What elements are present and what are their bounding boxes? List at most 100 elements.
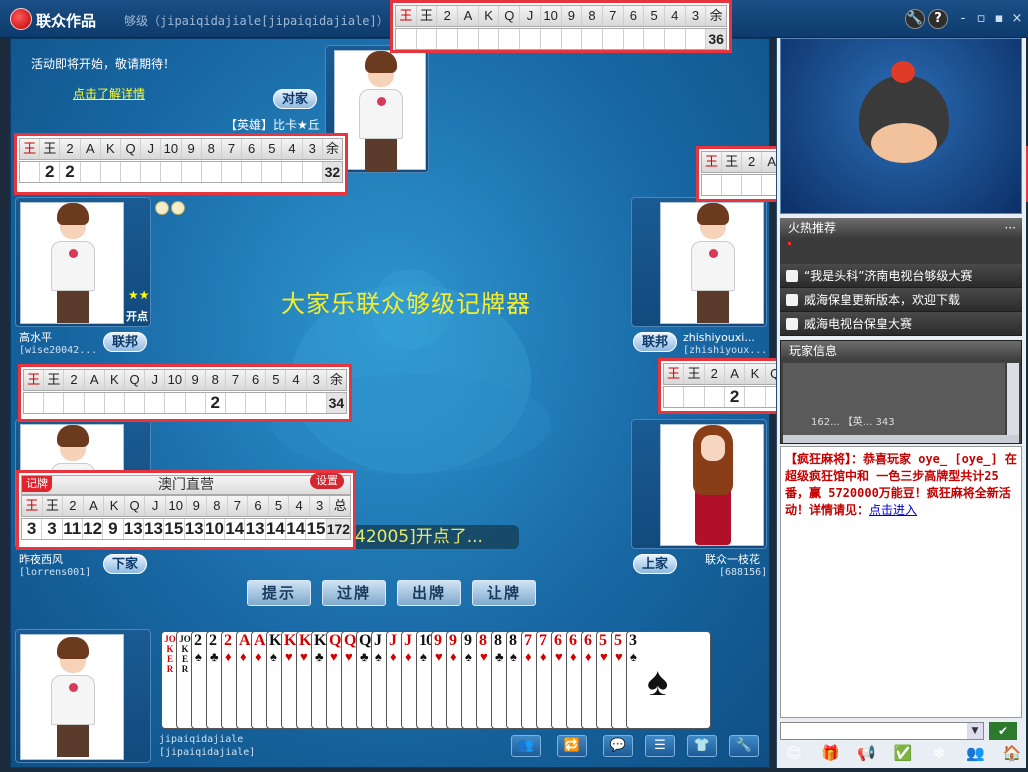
top-player-role-badge[interactable]: 对家 — [273, 89, 318, 109]
tracker-rank-label: A — [81, 139, 101, 159]
tracker-rank-label: 王 — [43, 496, 64, 516]
news-item[interactable]: 威海保皇更新版本，欢迎下载 — [780, 288, 1022, 312]
player-info-scrollbar[interactable] — [1007, 363, 1019, 435]
tracker-count-cell: 10 — [205, 519, 226, 539]
card-suit-icon: ♠ — [375, 649, 382, 664]
right-player-avatar[interactable] — [660, 202, 764, 324]
lower-left-player-role-badge[interactable]: 下家 — [103, 554, 148, 574]
tracker-count-cell: 2 — [60, 162, 81, 182]
chevron-down-icon[interactable]: ▼ — [967, 723, 983, 739]
home-icon[interactable]: 🏠 — [1001, 742, 1023, 764]
close-button[interactable]: × — [1010, 12, 1024, 26]
card-suit-icon: ♦ — [450, 649, 457, 664]
left-player-status: 开点 — [126, 310, 148, 323]
tracker-rank-label: K — [104, 496, 125, 516]
tracker-rank-label: 7 — [228, 496, 249, 516]
tracker-count-cell — [644, 29, 665, 49]
news-item[interactable]: 威海电视台保皇大赛 — [780, 312, 1022, 336]
chat-enter-link[interactable]: 点击进入 — [869, 503, 917, 517]
gift-icon[interactable]: 🎁 — [819, 742, 841, 764]
lower-right-player-role-badge[interactable]: 上家 — [633, 554, 678, 574]
self-player-avatar[interactable] — [20, 634, 124, 760]
chat-input[interactable]: ▼ — [780, 722, 984, 740]
tracker-rank-label: 6 — [246, 370, 267, 390]
card-suit-icon: ♥ — [285, 649, 293, 664]
task-icon[interactable]: ✅ — [892, 742, 914, 764]
tracker-rank-label: K — [745, 364, 766, 384]
options-icon[interactable]: 🔧 — [729, 735, 759, 757]
news-icon — [786, 318, 798, 330]
swap-seat-icon[interactable]: 🔁 — [557, 735, 587, 757]
right-player-role-badge[interactable]: 联邦 — [633, 332, 678, 352]
tracker-settings-button[interactable]: 设置 — [310, 473, 344, 489]
tracker-rank-label: 王 — [44, 370, 65, 390]
tracker-count-cell — [282, 162, 303, 182]
yield-button[interactable]: 让牌 — [472, 580, 536, 606]
card-suit-icon: ♦ — [585, 649, 592, 664]
wardrobe-icon[interactable]: 👕 — [687, 735, 717, 757]
left-player-role-badge[interactable]: 联邦 — [103, 332, 148, 352]
tracker-rank-label: 2 — [64, 370, 85, 390]
chat-icon[interactable]: 💬 — [603, 735, 633, 757]
tracker-count-cell: 13 — [184, 519, 205, 539]
lower-left-player-id: [lorrens001] — [19, 567, 92, 578]
left-player-avatar[interactable] — [20, 202, 124, 324]
tracker-count-cell — [165, 393, 186, 413]
player-info-row[interactable]: 162... 【英... 343 — [811, 413, 895, 428]
tracker-rank-label: 4 — [282, 139, 303, 159]
pass-button[interactable]: 过牌 — [322, 580, 386, 606]
tracker-count-cell — [702, 175, 723, 195]
card-suit-icon: ♦ — [240, 649, 247, 664]
hint-button[interactable]: 提示 — [247, 580, 311, 606]
player-info-hscrollbar[interactable] — [783, 435, 1019, 443]
restore-button[interactable]: ▫ — [974, 12, 988, 26]
tracker-count-cell — [44, 393, 65, 413]
tracker-rank-label: 2 — [63, 496, 84, 516]
tracker-count-cell: 14 — [265, 519, 287, 539]
tracker-rank-label: 10 — [165, 370, 186, 390]
card-joker-label: JOKER — [179, 634, 191, 674]
play-cards-button[interactable]: 出牌 — [397, 580, 461, 606]
lower-right-player-avatar[interactable] — [660, 424, 764, 546]
tracker-count-cell — [182, 162, 202, 182]
friends-icon[interactable]: 👥 — [511, 735, 541, 757]
more-icon[interactable]: ··· — [1005, 218, 1016, 238]
news-item[interactable]: “我是头科”济南电视台够级大赛 — [780, 264, 1022, 288]
sidebar-bottom-toolbar: 😊 🎁 📢 ✅ ❄ 👥 🏠 — [783, 742, 1023, 764]
tracker-rank-label: 6 — [624, 6, 645, 26]
self-player-name: jipaiqidajiale — [159, 734, 244, 745]
tracker-rank-label: A — [725, 364, 746, 384]
tracker-rank-label: 7 — [603, 6, 624, 26]
broadcast-icon[interactable]: 📢 — [856, 742, 878, 764]
send-button[interactable]: ✔ — [989, 722, 1017, 740]
card-suit-icon: ♠ — [465, 649, 472, 664]
playing-card[interactable]: 3 ♠ ♠ — [626, 631, 711, 729]
emoji-icon[interactable]: 😊 — [783, 742, 805, 764]
tracker-count-cell — [286, 393, 307, 413]
card-suit-icon: ♦ — [255, 649, 262, 664]
maximize-button[interactable]: ▪ — [992, 12, 1006, 26]
help-icon[interactable]: ? — [928, 9, 948, 29]
card-rank: Q — [329, 632, 341, 649]
event-details-link[interactable]: 点击了解详情 — [73, 85, 145, 102]
tracker-count-cell — [161, 162, 182, 182]
tracker-rank-label: K — [105, 370, 125, 390]
lower-left-player-name: 昨夜西风 — [19, 553, 63, 566]
tracker-bottom: 记牌 澳门直营 设置 王王2AKQJ109876543总余33111291313… — [16, 470, 356, 550]
list-icon[interactable]: ☰ — [645, 735, 675, 757]
tracker-rank-label: 9 — [186, 370, 206, 390]
ad-banner[interactable] — [780, 38, 1022, 214]
snowflake-icon[interactable]: ❄ — [928, 742, 950, 764]
minimize-button[interactable]: - — [956, 12, 970, 26]
tracker-count-cell — [437, 29, 459, 49]
tracker-remaining-count: 36 — [706, 29, 726, 49]
tracker-count-cell: 3 — [42, 519, 63, 539]
friends-list-icon[interactable]: 👥 — [965, 742, 987, 764]
tracker-count-cell: 13 — [245, 519, 266, 539]
card-suit-icon: ♥ — [300, 649, 308, 664]
card-rank: 8 — [494, 632, 502, 649]
card-suit-icon: ♦ — [225, 649, 232, 664]
settings-wrench-icon[interactable]: 🔧 — [905, 9, 925, 29]
tracker-count-cell — [684, 387, 705, 407]
card-suit-icon: ♥ — [435, 649, 443, 664]
